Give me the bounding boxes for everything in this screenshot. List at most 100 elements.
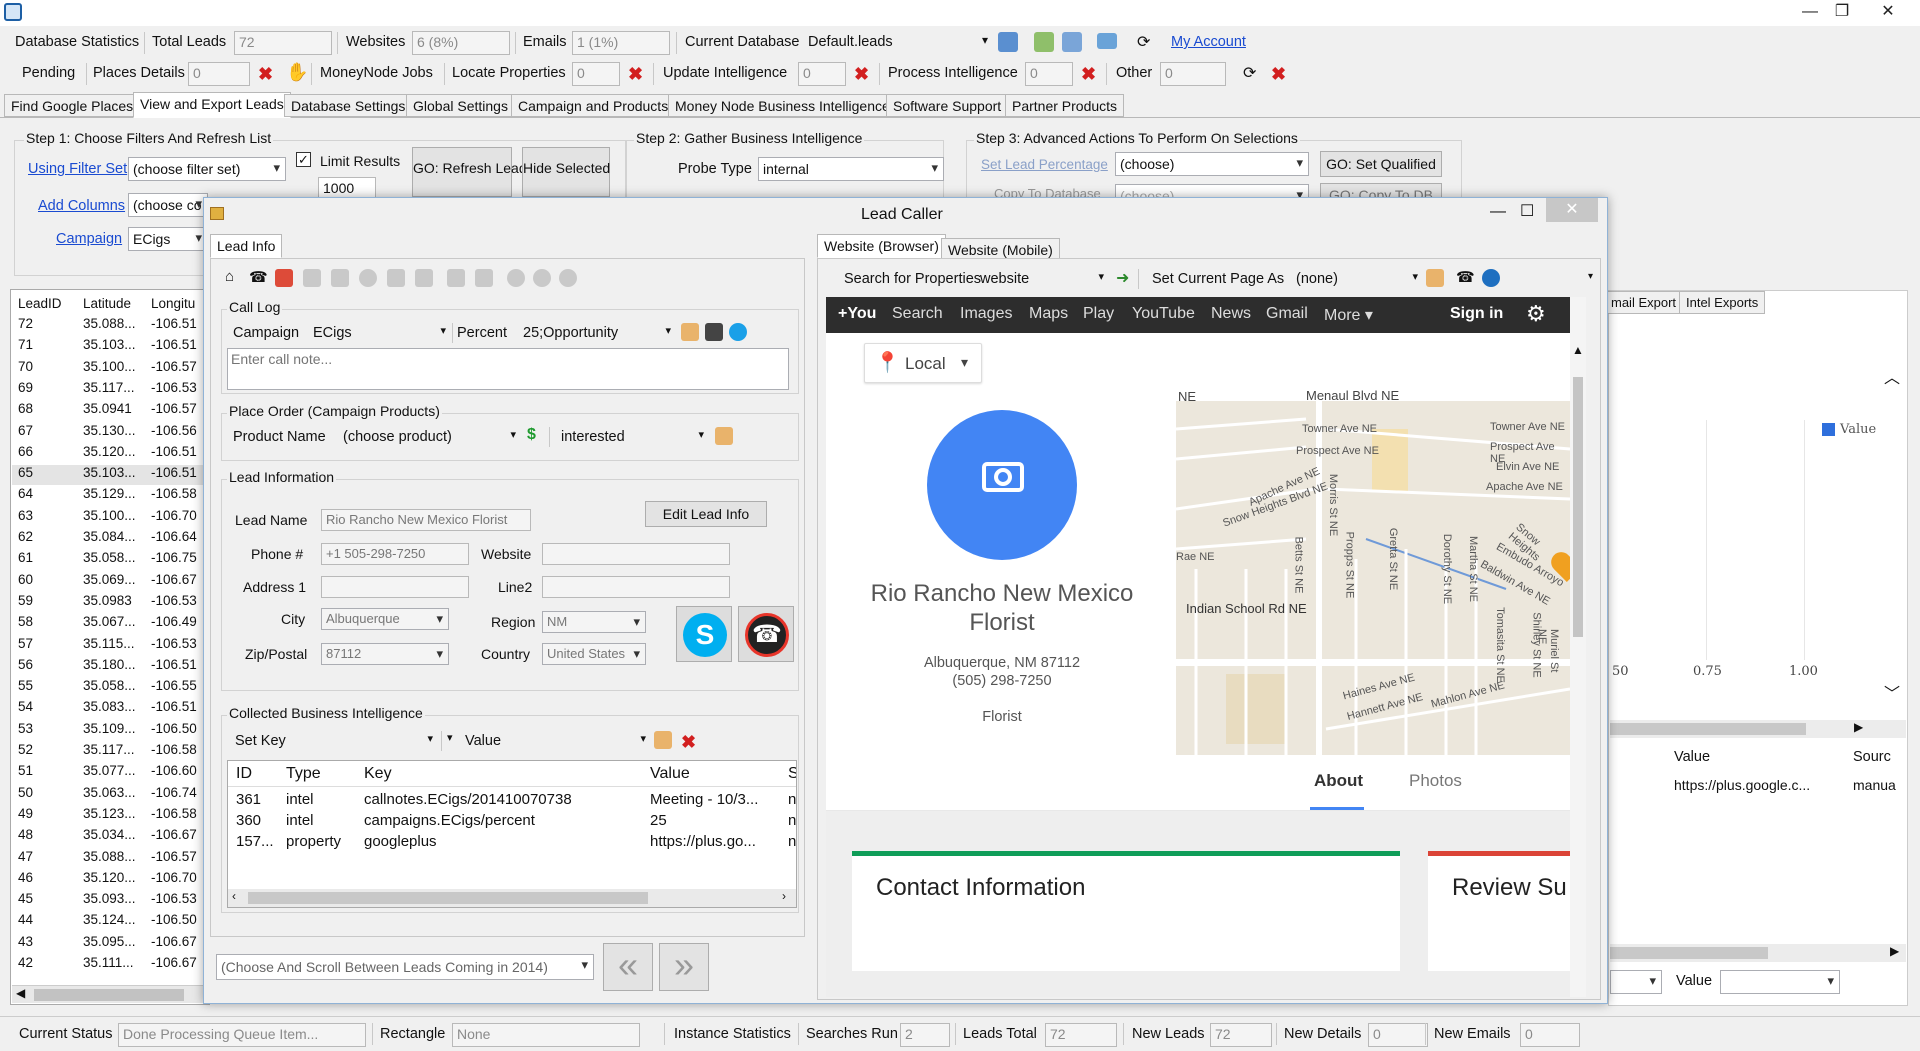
set-lead-percentage-select[interactable]: (choose) [1115,152,1309,176]
bottom-key-select[interactable] [1610,970,1662,994]
tab-global-settings[interactable]: Global Settings [406,94,515,117]
percent-select[interactable]: 25;Opportunity ▾ [521,322,671,344]
record-icon[interactable] [533,269,551,287]
address-field[interactable] [321,576,469,598]
table-row[interactable]: 56 35.180... -106.51 [12,657,208,677]
intel-value-select[interactable]: Value ▾ [463,730,646,752]
tab-software-support[interactable]: Software Support [886,94,1009,117]
leads-grid-hscroll[interactable]: ◀ [12,985,208,1003]
local-button[interactable]: 📍 Local ▾ [864,343,982,383]
scroll-right-icon[interactable]: ▶ [1890,944,1899,958]
campaign-link[interactable]: Campaign [56,231,122,247]
current-database-select[interactable]: Default.leads ▾ [806,31,990,55]
scroll-thumb[interactable] [34,989,184,1001]
google-plus-icon[interactable] [275,269,293,287]
browser-icon[interactable] [507,269,525,287]
linkedin-icon[interactable] [387,269,405,287]
campaign-select[interactable]: ECigs [128,227,208,251]
ie-browser-icon[interactable] [1482,269,1500,287]
table-row[interactable]: 68 35.0941 -106.57 [12,401,208,421]
table-row[interactable]: 60 35.069... -106.67 [12,572,208,592]
set-key-select[interactable]: Set Key ▾ [233,730,433,752]
call-note-input[interactable] [227,348,789,390]
tab-find-google-places[interactable]: Find Google Places [4,94,141,117]
grid-hscroll[interactable]: ▶ [1610,944,1906,962]
table-row[interactable]: 49 35.123... -106.58 [12,806,208,826]
dialog-close-button[interactable]: ✕ [1546,198,1598,222]
interest-select[interactable]: interested ▾ [559,426,704,448]
google-nav-more[interactable]: More ▾ [1324,305,1373,325]
hand-icon[interactable]: ✋ [286,62,308,83]
region-select[interactable]: NM [542,611,646,633]
probe-type-select[interactable]: internal [758,157,944,181]
scroll-thumb[interactable] [1610,723,1806,735]
maximize-button[interactable]: ❐ [1822,0,1862,26]
google-nav-play[interactable]: Play [1083,305,1114,323]
page-add-icon[interactable] [1034,32,1054,52]
world-icon[interactable] [559,269,577,287]
chart-hscroll[interactable]: ▶ [1610,720,1906,738]
next-lead-button[interactable]: » [659,943,709,991]
table-row[interactable]: 361 intel callnotes.ECigs/201410070738 Meet… [228,791,796,811]
overflow-icon[interactable]: ▾ [1588,271,1593,282]
table-row[interactable]: 48 35.034... -106.67 [12,827,208,847]
settings-gear-icon[interactable]: ⚙ [1526,301,1546,327]
scroll-right-icon[interactable]: › [782,889,786,903]
table-row[interactable]: 70 35.100... -106.57 [12,359,208,379]
table-row[interactable]: 59 35.0983 -106.53 [12,593,208,613]
table-row[interactable]: 67 35.130... -106.56 [12,423,208,443]
using-filter-set-link[interactable]: Using Filter Set [28,161,127,177]
phone-icon[interactable]: ☎ [249,268,268,286]
tab-website-mobile[interactable]: Website (Mobile) [941,238,1060,260]
table-row[interactable]: 46 35.120... -106.70 [12,870,208,890]
pinterest-icon[interactable] [359,269,377,287]
skype-small-icon[interactable] [729,323,747,341]
table-row[interactable]: 44 35.124... -106.50 [12,912,208,932]
dialog-maximize-button[interactable]: ☐ [1520,201,1534,221]
google-nav-search[interactable]: Search [892,305,943,323]
scroll-left-icon[interactable]: ‹ [232,889,236,903]
google-nav-images[interactable]: Images [960,305,1012,323]
tab-photos[interactable]: Photos [1409,771,1462,791]
tab-intel-exports[interactable]: Intel Exports [1679,291,1766,314]
tab-money-node-business-intelligence[interactable]: Money Node Business Intelligence [668,94,897,117]
phone-icon[interactable]: ☎ [1456,268,1475,286]
cancel-places-icon[interactable]: ✖ [258,65,273,83]
cancel-process-icon[interactable]: ✖ [1081,65,1096,83]
save-order-icon[interactable] [715,427,733,445]
skype-call-button[interactable]: S [676,606,732,662]
tab-mail-export[interactable]: mail Export [1604,291,1684,314]
google-nav-youtube[interactable]: YouTube [1132,305,1195,323]
save-intel-icon[interactable] [654,731,672,749]
home-icon[interactable]: ⌂ [225,268,234,285]
table-row[interactable]: 71 35.103... -106.51 [12,337,208,357]
table-row[interactable]: 360 intel campaigns.ECigs/percent 25 n [228,812,796,832]
col-longitude-header[interactable]: Longitu [151,296,195,311]
chevron-down-icon[interactable]: ﹀ [1884,680,1900,704]
scroll-left-icon[interactable]: ◀ [16,986,25,1000]
delete-intel-icon[interactable]: ✖ [681,733,696,751]
rss-icon[interactable] [415,269,433,287]
map-view[interactable]: Menaul Blvd NE NE Towner Ave NE Towner A… [1176,389,1570,755]
intel-col-id[interactable]: ID [236,765,252,783]
table-row[interactable]: 42 35.111... -106.67 [12,955,208,975]
previous-lead-button[interactable]: « [603,943,653,991]
tab-campaign-and-products[interactable]: Campaign and Products [511,94,676,117]
web-vscroll[interactable]: ▲ [1570,297,1586,997]
go-arrow-icon[interactable]: ➜ [1116,268,1129,288]
set-qualified-button[interactable]: GO: Set Qualified [1320,151,1442,177]
filter-set-select[interactable]: (choose filter set) [128,157,286,181]
close-button[interactable]: ✕ [1864,0,1912,26]
email-icon[interactable] [475,269,493,287]
google-nav-news[interactable]: News [1211,305,1251,323]
table-row[interactable]: 47 35.088... -106.57 [12,849,208,869]
table-row[interactable]: 62 35.084... -106.64 [12,529,208,549]
scroll-thumb[interactable] [1610,947,1768,959]
google-nav-gmail[interactable]: Gmail [1266,305,1308,323]
table-row[interactable]: 61 35.058... -106.75 [12,550,208,570]
tab-partner-products[interactable]: Partner Products [1005,94,1125,117]
database-add-icon[interactable] [998,32,1018,52]
table-row[interactable]: 43 35.095... -106.67 [12,934,208,954]
add-columns-select[interactable]: (choose co [128,193,208,217]
table-row[interactable]: 72 35.088... -106.51 [12,316,208,336]
